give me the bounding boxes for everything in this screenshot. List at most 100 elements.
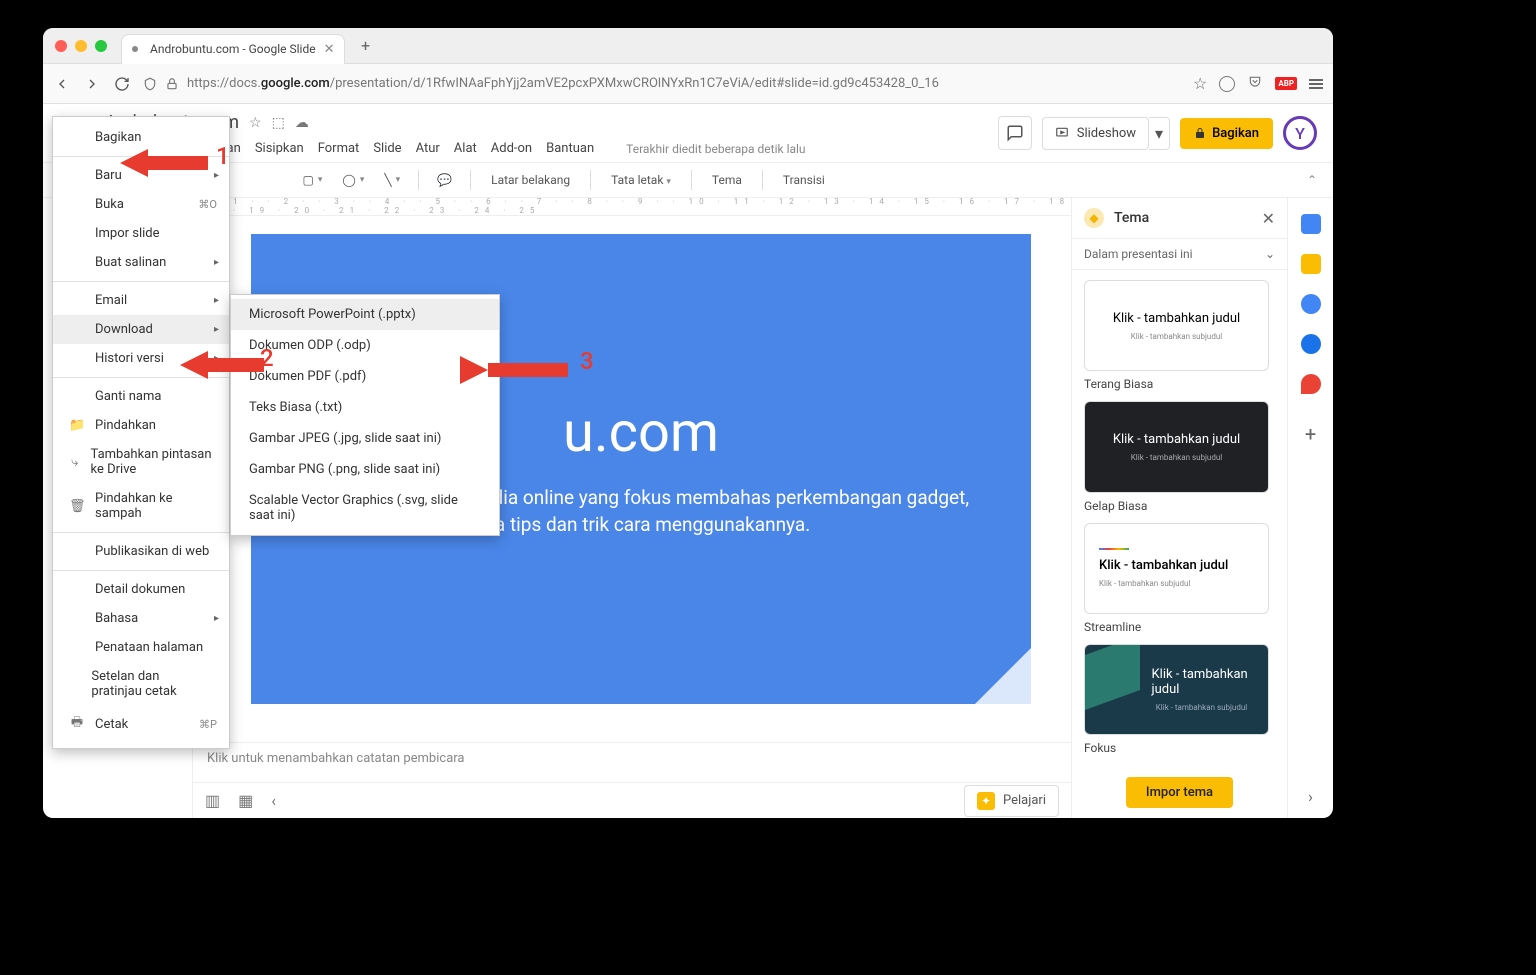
file-menu-item[interactable]: Impor slide: [53, 219, 229, 248]
file-menu-item[interactable]: Buat salinan▸: [53, 248, 229, 277]
keep-icon[interactable]: [1301, 254, 1321, 274]
file-menu-item[interactable]: Bahasa▸: [53, 604, 229, 633]
comment-tool[interactable]: 💬: [431, 169, 458, 191]
transition-button[interactable]: Transisi: [775, 169, 833, 191]
file-menu-item[interactable]: Ganti nama: [53, 382, 229, 411]
line-tool[interactable]: ╲▾: [378, 169, 406, 191]
file-menu-item[interactable]: Setelan dan pratinjau cetak: [53, 662, 229, 706]
abp-badge[interactable]: ABP: [1275, 77, 1297, 90]
download-menu-item[interactable]: Teks Biasa (.txt): [231, 392, 499, 423]
nav-reload-button[interactable]: [113, 75, 131, 93]
layout-button[interactable]: Tata letak ▾: [603, 169, 679, 191]
file-menu-dropdown: BagikanBaru▸Buka⌘OImpor slideBuat salina…: [52, 116, 230, 749]
annotation-number-1: 1: [216, 142, 230, 170]
contacts-icon[interactable]: [1301, 334, 1321, 354]
menu-format[interactable]: Format: [318, 141, 360, 156]
theme-panel-title: Tema: [1114, 210, 1252, 226]
annotation-arrow-2: [180, 351, 264, 379]
speaker-notes[interactable]: Klik untuk menambahkan catatan pembicara: [193, 742, 1071, 782]
url-text: https://docs.google.com/presentation/d/1…: [187, 76, 939, 91]
file-menu-item[interactable]: 🖶Cetak⌘P: [53, 706, 229, 742]
browser-urlbar: https://docs.google.com/presentation/d/1…: [43, 64, 1333, 104]
slide-title[interactable]: u.com: [563, 399, 719, 465]
theme-card-dark[interactable]: Klik - tambahkan judul Klik - tambahkan …: [1084, 401, 1269, 492]
window-controls[interactable]: [55, 40, 107, 52]
browser-menu-icon[interactable]: [1309, 79, 1323, 89]
last-edit-text: Terakhir diedit beberapa detik lalu: [626, 142, 805, 156]
tab-close-icon[interactable]: ✕: [324, 42, 335, 57]
nav-back-button[interactable]: [53, 75, 71, 93]
theme-icon: ◆: [1084, 208, 1104, 228]
theme-section-toggle[interactable]: Dalam presentasi ini⌄: [1072, 239, 1287, 270]
file-menu-item[interactable]: 🗑Pindahkan ke sampah: [53, 484, 229, 528]
tab-status-dot: [132, 46, 138, 52]
maximize-window[interactable]: [95, 40, 107, 52]
cloud-status-icon[interactable]: ☁: [295, 115, 309, 131]
menu-slide[interactable]: Slide: [373, 141, 401, 156]
maps-icon[interactable]: [1301, 374, 1321, 394]
browser-tab[interactable]: Androbuntu.com - Google Slide ✕: [121, 34, 345, 64]
ruler-horizontal: 1 · · 2 · · 3 · · 4 · · 5 · · 6 · · 7 · …: [193, 198, 1071, 216]
calendar-icon[interactable]: [1301, 214, 1321, 234]
theme-name: Terang Biasa: [1084, 377, 1275, 391]
theme-card-focus[interactable]: Klik - tambahkan judul Klik - tambahkan …: [1084, 644, 1269, 735]
bottom-bar: ▥ ▦ ‹ ✦Pelajari: [193, 782, 1071, 818]
menu-insert[interactable]: Sisipkan: [255, 141, 304, 156]
nav-forward-button[interactable]: [83, 75, 101, 93]
user-avatar[interactable]: Y: [1283, 116, 1317, 150]
download-menu-item[interactable]: Gambar JPEG (.jpg, slide saat ini): [231, 423, 499, 454]
download-submenu: Microsoft PowerPoint (.pptx)Dokumen ODP …: [230, 294, 500, 536]
url-field[interactable]: https://docs.google.com/presentation/d/1…: [143, 76, 1181, 91]
file-menu-item[interactable]: Download▸: [53, 315, 229, 344]
file-menu-item[interactable]: Email▸: [53, 286, 229, 315]
move-doc-icon[interactable]: ⬚: [272, 115, 285, 131]
menu-help[interactable]: Bantuan: [546, 141, 594, 156]
collapse-panel-icon[interactable]: ‹: [271, 791, 276, 810]
download-menu-item[interactable]: Scalable Vector Graphics (.svg, slide sa…: [231, 485, 499, 531]
tracking-shield-icon[interactable]: [1219, 76, 1235, 92]
slideshow-dropdown[interactable]: ▾: [1149, 117, 1170, 150]
menu-tools[interactable]: Alat: [454, 141, 477, 156]
annotation-number-2: 2: [260, 344, 274, 372]
file-menu-item[interactable]: Publikasikan di web: [53, 537, 229, 566]
file-menu-item[interactable]: Bagikan: [53, 123, 229, 152]
explore-button[interactable]: ✦Pelajari: [964, 785, 1059, 817]
theme-panel-close[interactable]: ✕: [1262, 209, 1275, 228]
background-button[interactable]: Latar belakang: [483, 169, 578, 191]
pocket-icon[interactable]: [1247, 74, 1263, 93]
app-header: Androbuntu.com ☆ ⬚ ☁ File Edit Tampilan …: [43, 104, 1333, 162]
bookmark-star-icon[interactable]: ☆: [1193, 74, 1207, 93]
download-menu-item[interactable]: Microsoft PowerPoint (.pptx): [231, 299, 499, 330]
show-side-panel-icon[interactable]: ›: [1308, 787, 1313, 806]
theme-card-light[interactable]: Klik - tambahkan judul Klik - tambahkan …: [1084, 280, 1269, 371]
theme-name: Gelap Biasa: [1084, 499, 1275, 513]
new-tab-button[interactable]: +: [353, 34, 377, 58]
comments-button[interactable]: [998, 116, 1032, 150]
theme-button[interactable]: Tema: [704, 169, 750, 191]
toolbar-collapse-icon[interactable]: ⌃: [1307, 173, 1323, 187]
file-menu-item[interactable]: Buka⌘O: [53, 190, 229, 219]
file-menu-item[interactable]: Detail dokumen: [53, 575, 229, 604]
menu-arrange[interactable]: Atur: [416, 141, 440, 156]
file-menu-item[interactable]: 📁Pindahkan: [53, 411, 229, 440]
annotation-arrow-3: [460, 356, 568, 384]
addons-plus-icon[interactable]: +: [1305, 422, 1316, 446]
tasks-icon[interactable]: [1301, 294, 1321, 314]
textbox-tool[interactable]: ▢▾: [297, 169, 329, 191]
filmstrip-view-icon[interactable]: ▥: [205, 791, 220, 810]
import-theme-button[interactable]: Impor tema: [1126, 777, 1233, 808]
menu-addon[interactable]: Add-on: [491, 141, 532, 156]
theme-card-streamline[interactable]: Klik - tambahkan judul Klik - tambahkan …: [1084, 523, 1269, 614]
file-menu-item[interactable]: Penataan halaman: [53, 633, 229, 662]
slide-corner-decoration: [975, 648, 1031, 704]
minimize-window[interactable]: [75, 40, 87, 52]
share-button[interactable]: Bagikan: [1180, 118, 1273, 149]
star-doc-icon[interactable]: ☆: [249, 115, 262, 131]
theme-name: Fokus: [1084, 741, 1275, 755]
shape-tool[interactable]: ◯▾: [336, 169, 370, 191]
grid-view-icon[interactable]: ▦: [238, 791, 253, 810]
file-menu-item[interactable]: ⤷Tambahkan pintasan ke Drive: [53, 440, 229, 484]
slideshow-button[interactable]: Slideshow: [1042, 117, 1149, 150]
download-menu-item[interactable]: Gambar PNG (.png, slide saat ini): [231, 454, 499, 485]
close-window[interactable]: [55, 40, 67, 52]
